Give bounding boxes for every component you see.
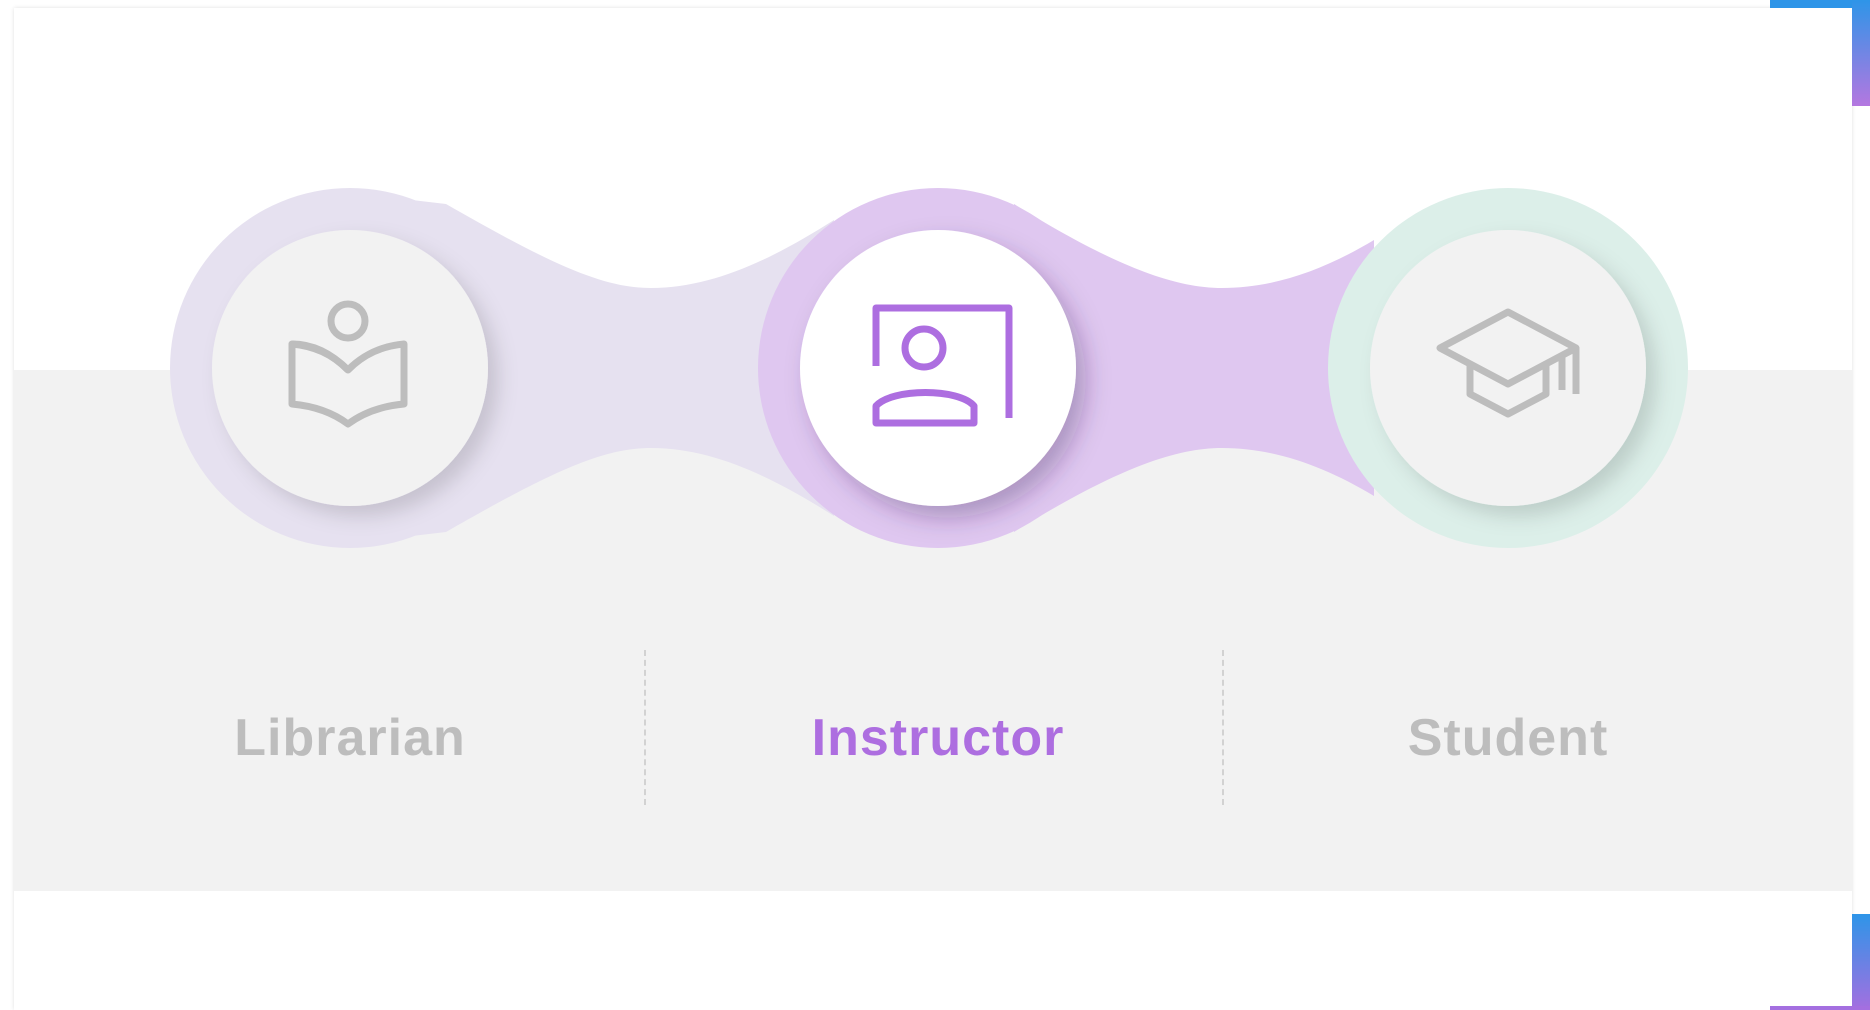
- page: Librarian Instructor Student: [0, 0, 1870, 1010]
- student-button[interactable]: [1370, 230, 1646, 506]
- librarian-label[interactable]: Librarian: [150, 708, 550, 768]
- divider-right: [1222, 650, 1224, 805]
- role-selector-card: Librarian Instructor Student: [14, 8, 1852, 1010]
- divider-left: [644, 650, 646, 805]
- instructor-button[interactable]: [800, 230, 1076, 506]
- instructor-label[interactable]: Instructor: [738, 708, 1138, 768]
- role-connector-graphic: [170, 188, 1688, 548]
- corner-accent-bottom: [1770, 914, 1870, 1010]
- corner-accent-top: [1770, 0, 1870, 106]
- student-label[interactable]: Student: [1308, 708, 1708, 768]
